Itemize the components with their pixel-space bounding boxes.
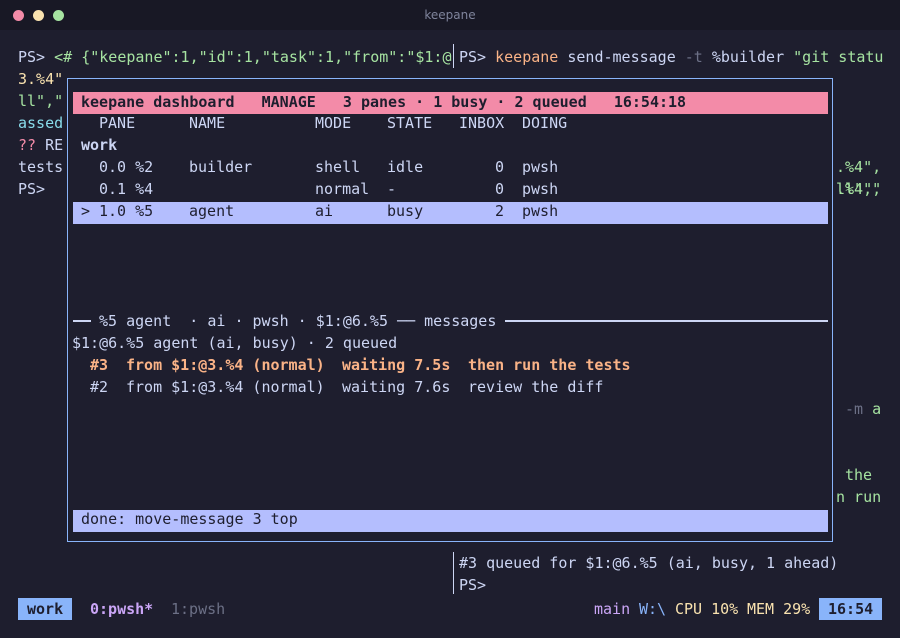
- left-prompt: PS>: [18, 48, 55, 66]
- column-inbox: INBOX: [459, 114, 505, 132]
- row-inbox: 2: [495, 202, 505, 220]
- row-inbox: 0: [495, 180, 505, 198]
- row-doing: pwsh: [522, 180, 559, 198]
- row-doing: pwsh: [522, 202, 559, 220]
- right-fragment-4: the: [845, 466, 873, 484]
- window-title: keepane: [424, 8, 476, 22]
- git-branch: main: [594, 600, 631, 618]
- left-command-text: <# {"keepane":1,"id":1,"task":1,"from":"…: [54, 48, 452, 66]
- left-untracked-mark: ??: [18, 136, 37, 154]
- row-doing: pwsh: [522, 158, 559, 176]
- right-queued-result: #3 queued for $1:@6.%5 (ai, busy, 1 ahea…: [459, 554, 839, 572]
- left-pane-line-6: tests: [18, 158, 64, 176]
- group-label: work: [81, 136, 118, 154]
- column-mode: MODE: [315, 114, 352, 132]
- row-pane: 0.1 %4: [99, 180, 154, 198]
- messages-separator-label: %5 agent · ai · pwsh · $1:@6.%5 ── messa…: [99, 312, 506, 330]
- row-pane: 0.0 %2: [99, 158, 154, 176]
- row-name: builder: [189, 158, 253, 176]
- mem-usage: MEM 29%: [747, 600, 811, 618]
- dashboard-header: keepane dashboard MANAGE 3 panes · 1 bus…: [81, 93, 687, 111]
- row-mode: normal: [315, 180, 370, 198]
- right-prompt-2: PS>: [459, 576, 487, 594]
- row-state: -: [387, 180, 397, 198]
- row-pane: 1.0 %5: [99, 202, 154, 220]
- dashboard-status-text: done: move-message 3 top: [81, 510, 298, 528]
- right-command: keepane: [495, 48, 559, 66]
- row-selection-marker: >: [81, 202, 91, 220]
- separator-line-right: [505, 320, 828, 322]
- right-fragment-3-arg: a: [863, 400, 882, 418]
- row-state: idle: [387, 158, 424, 176]
- row-name: agent: [189, 202, 235, 220]
- right-target: %builder: [702, 48, 794, 66]
- right-fragment-5: n run: [836, 488, 882, 506]
- right-fragment-3: -m a: [845, 398, 881, 420]
- detail-title: $1:@6.%5 agent (ai, busy) · 2 queued: [72, 334, 398, 352]
- message-id: #3: [90, 356, 109, 374]
- title-bar: keepane: [0, 0, 900, 30]
- left-pane-line-1: PS> <# {"keepane":1,"id":1,"task":1,"fro…: [18, 46, 451, 68]
- left-pane-line-3: ll",": [18, 92, 64, 110]
- message-id: #2: [90, 378, 109, 396]
- column-doing: DOING: [522, 114, 568, 132]
- right-subcommand: send-message: [558, 48, 685, 66]
- column-name: NAME: [189, 114, 226, 132]
- left-readme-fragment: RE: [36, 136, 64, 154]
- pane-divider-bottom[interactable]: [453, 552, 454, 594]
- right-flag: -t: [684, 48, 703, 66]
- row-state: busy: [387, 202, 424, 220]
- message-text: review the diff: [468, 378, 604, 396]
- left-pane-line-7: PS>: [18, 180, 46, 198]
- left-pane-line-5: ?? RE: [18, 134, 63, 156]
- message-wait: waiting 7.5s: [342, 356, 451, 374]
- left-pane-line-2: 3.%4": [18, 70, 64, 88]
- right-fragment-3-flag: -m: [845, 400, 864, 418]
- message-wait: waiting 7.6s: [342, 378, 451, 396]
- right-argument: "git statu: [793, 48, 884, 66]
- right-fragment-1-line: .%4",: [836, 158, 882, 176]
- row-mode: ai: [315, 202, 334, 220]
- tmux-window-inactive[interactable]: 1:pwsh: [171, 598, 225, 620]
- row-mode: shell: [315, 158, 361, 176]
- right-pane-command-line: PS> keepane send-message -t %builder "gi…: [459, 46, 883, 68]
- pane-divider-top[interactable]: [453, 44, 454, 68]
- column-pane: PANE: [99, 114, 136, 132]
- message-text: then run the tests: [468, 356, 631, 374]
- column-state: STATE: [387, 114, 433, 132]
- row-inbox: 0: [495, 158, 505, 176]
- right-fragment-2: ll",": [836, 180, 882, 198]
- message-from: from $1:@3.%4 (normal): [126, 356, 325, 374]
- cpu-usage: CPU 10%: [675, 600, 739, 618]
- right-prompt: PS>: [459, 48, 496, 66]
- selected-row-highlight[interactable]: [73, 202, 828, 224]
- left-pane-line-4: assed: [18, 114, 64, 132]
- message-from: from $1:@3.%4 (normal): [126, 378, 325, 396]
- tmux-window-active[interactable]: 0:pwsh*: [90, 598, 153, 620]
- session-name: work: [27, 600, 64, 618]
- current-path: W:\: [639, 600, 667, 618]
- separator-line-left: [73, 320, 91, 322]
- clock-time: 16:54: [828, 600, 874, 618]
